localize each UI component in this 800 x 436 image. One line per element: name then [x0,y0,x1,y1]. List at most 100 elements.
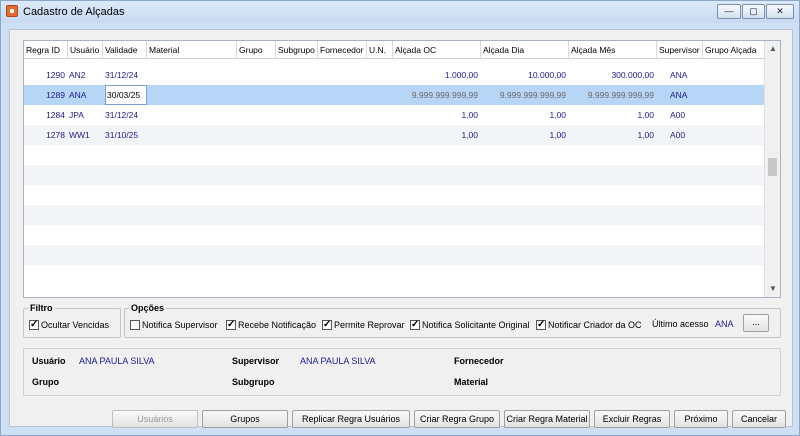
minimize-button[interactable]: — [717,4,741,19]
window-title: Cadastro de Alçadas [23,6,125,18]
cell-usuario: AN2 [69,70,86,80]
rule-detail-panel: Usuário ANA PAULA SILVA Supervisor ANA P… [23,348,781,396]
cell-alcada-oc: 9.999.999.999,99 [411,90,478,100]
empty-row [24,265,765,285]
checkbox-checked-icon[interactable] [536,318,546,332]
maximize-button[interactable]: ▢ [742,4,765,19]
col-header-material[interactable]: Material [147,41,237,59]
checkbox-checked-icon[interactable] [410,318,420,332]
criar-regra-grupo-button[interactable]: Criar Regra Grupo [414,410,500,428]
checkbox-unchecked-icon[interactable] [130,320,140,330]
notifica-supervisor-checkbox[interactable]: Notifica Supervisor [130,318,218,332]
cell-regra-id: 1289 [46,90,65,100]
cell-usuario: JPA [69,110,84,120]
scroll-down-arrow-icon[interactable]: ▼ [765,281,780,297]
col-header-alcada-dia[interactable]: Alçada Dia [481,41,569,59]
cell-supervisor: A00 [670,130,686,140]
cell-alcada-mes: 9.999.999.999,99 [587,90,654,100]
col-header-regra-id[interactable]: Regra ID [24,41,68,59]
cell-alcada-dia: 1,00 [549,130,566,140]
notificar-criador-checkbox[interactable]: Notificar Criador da OC [536,318,642,332]
app-icon [6,5,18,17]
cell-alcada-dia: 9.999.999.999,99 [499,90,566,100]
col-header-alcada-mes[interactable]: Alçada Mês [569,41,657,59]
rules-grid[interactable]: Regra ID Usuário Validade Material Grupo… [23,40,781,298]
notifica-supervisor-label: Notifica Supervisor [142,320,218,330]
empty-row [24,205,765,225]
cell-supervisor: ANA [670,70,688,80]
empty-row [24,245,765,265]
criar-regra-material-button[interactable]: Criar Regra Material [504,410,590,428]
col-header-grupo-alcada[interactable]: Grupo Alçada [703,41,765,59]
usuario-value: ANA PAULA SILVA [79,356,155,366]
table-row[interactable]: 1290 AN2 31/12/24 1.000,00 10.000,00 300… [24,65,765,85]
col-header-fornecedor[interactable]: Fornecedor [318,41,367,59]
supervisor-label: Supervisor [232,356,280,366]
title-bar[interactable]: Cadastro de Alçadas — ▢ ✕ [1,1,799,23]
empty-row [24,165,765,185]
ultimo-acesso-browse-button[interactable]: ... [743,314,769,332]
scroll-up-arrow-icon[interactable]: ▲ [765,41,780,57]
filter-group-label: Filtro [28,303,55,313]
cell-regra-id: 1284 [46,110,65,120]
cell-supervisor: ANA [670,90,688,100]
grupo-label: Grupo [32,377,59,387]
cell-usuario: WW1 [69,130,90,140]
grupos-button[interactable]: Grupos [202,410,288,428]
supervisor-value: ANA PAULA SILVA [300,356,376,366]
table-row[interactable]: 1278 WW1 31/10/25 1,00 1,00 1,00 A00 [24,125,765,145]
ultimo-acesso-label: Último acesso [652,319,709,329]
cell-alcada-mes: 300.000,00 [611,70,654,80]
col-header-validade[interactable]: Validade [103,41,147,59]
cell-validade: 31/10/25 [105,130,139,140]
cell-regra-id: 1290 [46,70,65,80]
col-header-grupo[interactable]: Grupo [237,41,276,59]
filter-group: Filtro Ocultar Vencidas [23,303,121,338]
material-label: Material [454,377,489,387]
notificar-criador-label: Notificar Criador da OC [548,320,642,330]
permite-reprovar-label: Permite Reprovar [334,320,405,330]
notifica-solicitante-label: Notifica Solicitante Original [422,320,530,330]
table-row-selected[interactable]: 1289 ANA 30/03/25 9.999.999.999,99 9.999… [24,85,765,105]
col-header-alcada-oc[interactable]: Alçada OC [393,41,481,59]
checkbox-checked-icon[interactable] [29,318,39,332]
cell-alcada-oc: 1,00 [461,130,478,140]
app-window: Cadastro de Alçadas — ▢ ✕ Regra ID Usuár… [0,0,800,436]
checkbox-checked-icon[interactable] [226,318,236,332]
usuarios-button[interactable]: Usuários [112,410,198,428]
close-button[interactable]: ✕ [766,4,794,19]
grid-scrollbar[interactable]: ▲ ▼ [764,41,780,297]
cell-supervisor: A00 [670,110,686,120]
excluir-regras-button[interactable]: Excluir Regras [594,410,670,428]
grid-header: Regra ID Usuário Validade Material Grupo… [24,41,765,59]
cell-alcada-mes: 1,00 [637,110,654,120]
cell-usuario: ANA [69,90,87,100]
replicar-regra-usuarios-button[interactable]: Replicar Regra Usuários [292,410,410,428]
ocultar-vencidas-checkbox[interactable]: Ocultar Vencidas [29,318,109,332]
col-header-supervisor[interactable]: Supervisor [657,41,703,59]
dialog-body: Regra ID Usuário Validade Material Grupo… [9,29,793,428]
table-row[interactable]: 1284 JPA 31/12/24 1,00 1,00 1,00 A00 [24,105,765,125]
notifica-solicitante-checkbox[interactable]: Notifica Solicitante Original [410,318,530,332]
subgrupo-label: Subgrupo [232,377,275,387]
col-header-subgrupo[interactable]: Subgrupo [276,41,318,59]
cell-alcada-mes: 1,00 [637,130,654,140]
validade-edit-field[interactable]: 30/03/25 [105,85,147,105]
col-header-un[interactable]: U.N. [367,41,393,59]
checkbox-checked-icon[interactable] [322,318,332,332]
cancelar-button[interactable]: Cancelar [732,410,786,428]
ocultar-vencidas-label: Ocultar Vencidas [41,320,110,330]
col-header-usuario[interactable]: Usuário [68,41,103,59]
permite-reprovar-checkbox[interactable]: Permite Reprovar [322,318,405,332]
recebe-notificacao-checkbox[interactable]: Recebe Notificação [226,318,316,332]
empty-row [24,145,765,165]
fornecedor-label: Fornecedor [454,356,504,366]
recebe-notificacao-label: Recebe Notificação [238,320,317,330]
cell-alcada-dia: 10.000,00 [528,70,566,80]
proximo-button[interactable]: Próximo [674,410,728,428]
usuario-label: Usuário [32,356,66,366]
options-group-label: Opções [129,303,167,313]
scroll-thumb[interactable] [768,158,777,176]
empty-row [24,185,765,205]
cell-validade: 31/12/24 [105,70,139,80]
